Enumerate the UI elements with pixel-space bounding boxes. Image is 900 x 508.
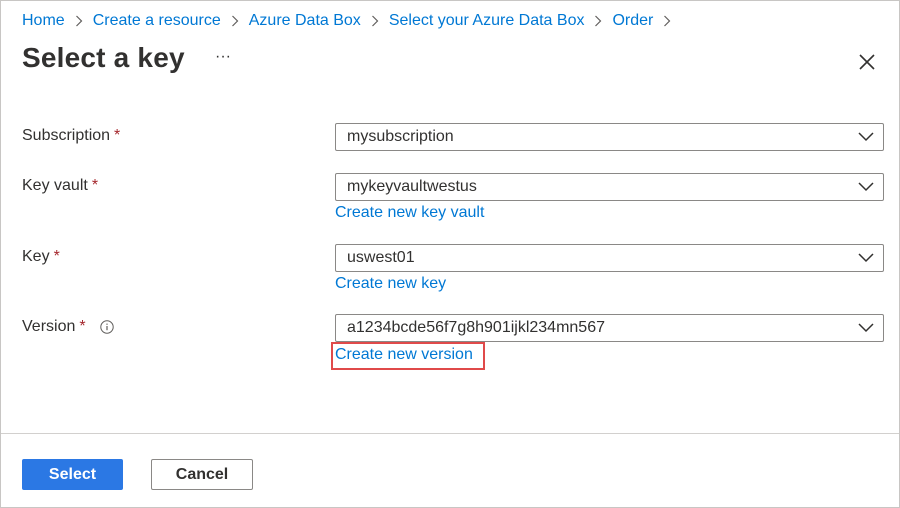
cancel-button[interactable]: Cancel <box>151 459 253 490</box>
required-marker: * <box>79 318 86 335</box>
chevron-right-icon <box>221 13 249 29</box>
chevron-down-icon <box>858 323 874 333</box>
breadcrumb-home[interactable]: Home <box>22 12 65 30</box>
create-new-key-vault-link[interactable]: Create new key vault <box>335 204 484 222</box>
subscription-value: mysubscription <box>347 128 454 145</box>
breadcrumb: Home Create a resource Azure Data Box Se… <box>22 10 681 32</box>
create-new-key-link[interactable]: Create new key <box>335 275 446 293</box>
breadcrumb-select-data-box[interactable]: Select your Azure Data Box <box>389 12 585 30</box>
chevron-down-icon <box>858 132 874 142</box>
subscription-label: Subscription * <box>22 127 120 145</box>
required-marker: * <box>114 127 121 144</box>
chevron-right-icon <box>65 13 93 29</box>
chevron-right-icon <box>653 13 681 29</box>
version-value: a1234bcde56f7g8h901ijkl234mn567 <box>347 319 605 336</box>
key-vault-label-text: Key vault <box>22 177 88 194</box>
chevron-right-icon <box>584 13 612 29</box>
key-vault-value: mykeyvaultwestus <box>347 178 477 195</box>
chevron-right-icon <box>361 13 389 29</box>
breadcrumb-azure-data-box[interactable]: Azure Data Box <box>249 12 361 30</box>
key-vault-dropdown[interactable]: mykeyvaultwestus <box>335 173 884 201</box>
key-value: uswest01 <box>347 249 415 266</box>
more-icon[interactable]: ··· <box>211 49 235 71</box>
page-title: Select a key <box>22 42 185 73</box>
chevron-down-icon <box>858 253 874 263</box>
key-label: Key * <box>22 248 60 266</box>
key-vault-label: Key vault * <box>22 177 98 195</box>
key-dropdown[interactable]: uswest01 <box>335 244 884 272</box>
required-marker: * <box>91 177 99 194</box>
key-label-text: Key <box>22 248 50 265</box>
breadcrumb-create-resource[interactable]: Create a resource <box>93 12 221 30</box>
info-icon[interactable] <box>99 320 114 334</box>
footer-divider <box>1 433 899 434</box>
select-key-blade: Home Create a resource Azure Data Box Se… <box>0 0 900 508</box>
version-dropdown[interactable]: a1234bcde56f7g8h901ijkl234mn567 <box>335 314 884 342</box>
chevron-down-icon <box>858 182 874 192</box>
callout-highlight-box <box>331 342 485 370</box>
breadcrumb-order[interactable]: Order <box>612 12 653 30</box>
version-label-text: Version <box>22 318 76 335</box>
close-icon[interactable] <box>856 51 878 73</box>
version-label: Version * <box>22 318 114 336</box>
subscription-label-text: Subscription <box>22 127 111 144</box>
select-button[interactable]: Select <box>22 459 123 490</box>
required-marker: * <box>53 248 60 265</box>
subscription-dropdown[interactable]: mysubscription <box>335 123 884 151</box>
